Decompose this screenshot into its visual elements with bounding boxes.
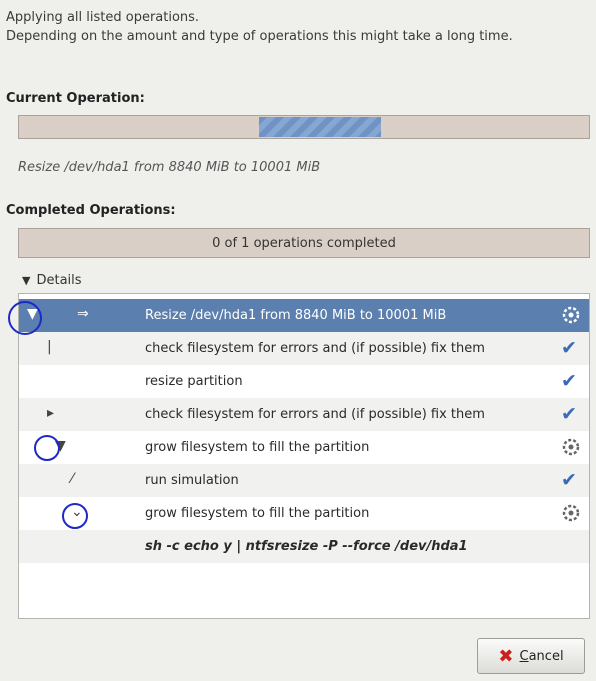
tree-row-resize[interactable]: ▼ ⇒ Resize /dev/hda1 from 8840 MiB to 10… — [19, 299, 589, 332]
tree-row-label: sh -c echo y | ntfsresize -P --force /de… — [145, 539, 468, 554]
completed-operations-title: Completed Operations: — [6, 203, 176, 218]
operation-type-icon: ⇒ — [77, 306, 89, 322]
details-expander[interactable]: ▼ Details — [22, 273, 82, 288]
cancel-button-label: Cancel — [519, 648, 564, 664]
current-operation-progress-fill — [259, 117, 381, 137]
tree-line-icon: ⁄ — [71, 471, 74, 487]
tree-row-check-filesystem[interactable]: | check filesystem for errors and (if po… — [19, 332, 589, 365]
tree-row-grow-filesystem[interactable]: ▼ grow filesystem to fill the partition — [19, 431, 589, 464]
tree-row-run-simulation[interactable]: ⁄ run simulation ✔ — [19, 464, 589, 497]
tree-row-label: resize partition — [145, 374, 243, 389]
intro-text: Applying all listed operations. Dependin… — [6, 8, 513, 46]
gear-icon — [561, 503, 581, 523]
gear-icon — [561, 305, 581, 325]
tree-line-icon: | — [47, 339, 52, 355]
expand-arrow-icon[interactable]: ▸ — [47, 405, 54, 421]
gear-icon — [561, 437, 581, 457]
tree-row-resize-partition[interactable]: resize partition ✔ — [19, 365, 589, 398]
check-icon: ✔ — [561, 469, 577, 491]
tree-row-grow-filesystem-2[interactable]: ⌄ grow filesystem to fill the partition — [19, 497, 589, 530]
annotation-circle — [62, 503, 88, 529]
operations-tree[interactable]: ▼ ⇒ Resize /dev/hda1 from 8840 MiB to 10… — [18, 293, 590, 619]
check-icon: ✔ — [561, 337, 577, 359]
tree-row-command[interactable]: sh -c echo y | ntfsresize -P --force /de… — [19, 530, 589, 563]
expander-triangle-icon: ▼ — [22, 274, 31, 287]
check-icon: ✔ — [561, 370, 577, 392]
tree-row-label: grow filesystem to fill the partition — [145, 506, 370, 521]
current-operation-progress-bar — [18, 115, 590, 139]
tree-row-label: check filesystem for errors and (if poss… — [145, 407, 485, 422]
check-icon: ✔ — [561, 403, 577, 425]
current-operation-title: Current Operation: — [6, 91, 145, 106]
cancel-button[interactable]: ✖ Cancel — [477, 638, 585, 674]
completed-operations-text: 0 of 1 operations completed — [212, 235, 396, 251]
details-label: Details — [36, 273, 82, 288]
intro-line-1: Applying all listed operations. — [6, 10, 200, 25]
tree-row-check-filesystem-2[interactable]: ▸ check filesystem for errors and (if po… — [19, 398, 589, 431]
intro-line-2: Depending on the amount and type of oper… — [6, 29, 513, 44]
current-operation-text: Resize /dev/hda1 from 8840 MiB to 10001 … — [18, 160, 321, 175]
annotation-circle — [34, 435, 60, 461]
annotation-circle — [8, 301, 42, 335]
tree-row-label: grow filesystem to fill the partition — [145, 440, 370, 455]
tree-row-label: run simulation — [145, 473, 239, 488]
tree-row-label: check filesystem for errors and (if poss… — [145, 341, 485, 356]
cancel-icon: ✖ — [498, 645, 514, 667]
tree-row-label: Resize /dev/hda1 from 8840 MiB to 10001 … — [145, 308, 447, 323]
completed-operations-progress-bar: 0 of 1 operations completed — [18, 228, 590, 258]
